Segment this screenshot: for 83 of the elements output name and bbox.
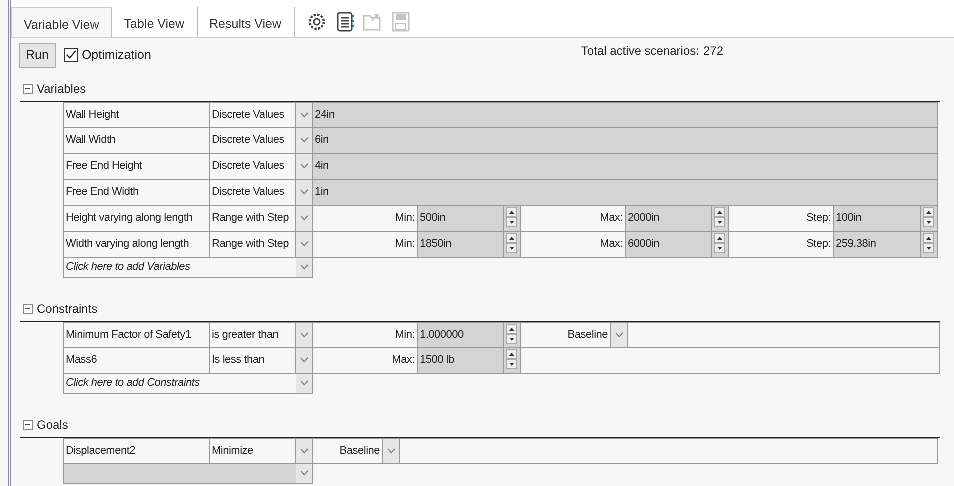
scenarios-count: 272 (703, 43, 724, 60)
dropdown-button[interactable] (296, 154, 313, 180)
add-row-field[interactable]: Click here to add Variables (63, 258, 296, 278)
value-cell[interactable]: 24in (313, 102, 938, 128)
name-cell: Free End Width (63, 180, 210, 206)
value-field[interactable]: 500in (418, 206, 504, 232)
name-cell: Wall Height (63, 102, 210, 128)
dropdown-button[interactable] (296, 258, 313, 278)
dropdown-button[interactable] (296, 206, 313, 232)
spin-buttons[interactable] (712, 206, 728, 230)
name-cell: Width varying along length (63, 232, 210, 258)
caret-icon (386, 448, 396, 454)
caret-icon (300, 241, 308, 248)
caret-icon (300, 163, 308, 170)
add-row-field[interactable] (63, 464, 296, 484)
value-field[interactable]: 2000in (626, 206, 712, 232)
caret-icon (300, 189, 308, 196)
optimization-checkbox[interactable] (64, 48, 78, 62)
dropdown-button[interactable] (296, 374, 313, 394)
caret-icon (300, 357, 308, 364)
name-cell: Displacement2 (63, 438, 210, 464)
spin-buttons[interactable] (712, 232, 728, 256)
spin-buttons[interactable] (504, 322, 520, 347)
collapse-icon[interactable] (23, 420, 33, 430)
collapse-icon[interactable] (23, 304, 33, 314)
check-icon (64, 49, 77, 62)
dropdown-button[interactable] (296, 348, 313, 374)
value-field[interactable]: 6000in (626, 232, 712, 258)
scenarios-label: Total active scenarios: (581, 43, 700, 60)
spin-buttons[interactable] (921, 232, 937, 256)
caret-icon (300, 332, 308, 338)
dropdown-button[interactable] (296, 464, 313, 484)
add-row-field[interactable]: Click here to add Constraints (63, 374, 296, 394)
baseline-cell[interactable]: Baseline (313, 438, 383, 464)
field-label: Step: (729, 206, 834, 232)
spin-buttons[interactable] (504, 232, 520, 256)
spin-buttons[interactable] (921, 206, 937, 230)
name-cell: Height varying along length (63, 206, 210, 232)
dropdown-button[interactable] (296, 128, 313, 154)
dropdown-button[interactable] (296, 102, 313, 128)
field-label: Step: (729, 232, 834, 258)
run-button[interactable]: Run (19, 43, 56, 68)
dropdown-button[interactable] (611, 322, 628, 348)
caret-icon (300, 137, 308, 144)
dropdown-button[interactable] (296, 438, 313, 464)
caret-icon (300, 380, 308, 386)
section-title: Variables (37, 80, 86, 98)
name-cell: Free End Height (63, 154, 210, 180)
dropdown-button[interactable] (296, 180, 313, 206)
tab[interactable]: Variable View (11, 7, 112, 37)
field-label: Max: (521, 206, 626, 232)
section-title: Constraints (37, 300, 98, 318)
caret-icon (300, 215, 308, 222)
name-cell: Mass6 (63, 348, 210, 374)
field-label: Min: (313, 232, 418, 258)
collapse-icon[interactable] (23, 84, 33, 94)
field-label: Max: (521, 232, 626, 258)
spin-buttons[interactable] (504, 206, 520, 230)
field-label: Min: (313, 322, 418, 348)
caret-icon (300, 470, 308, 476)
field-label: Min: (313, 206, 418, 232)
caret-icon (300, 448, 308, 454)
value-field[interactable]: 1500 lb (418, 348, 504, 374)
caret-icon (614, 332, 624, 338)
spin-buttons[interactable] (504, 348, 520, 372)
checkbox-label[interactable]: Optimization (82, 46, 152, 65)
value-cell[interactable]: 6in (313, 128, 938, 154)
value-field[interactable]: 100in (834, 206, 921, 232)
value-field[interactable]: 1850in (418, 232, 504, 258)
dropdown-button[interactable] (383, 438, 400, 464)
value-field[interactable]: 1.000000 (418, 322, 504, 348)
name-cell: Minimum Factor of Safety1 (63, 322, 210, 348)
name-cell: Wall Width (63, 128, 210, 154)
dropdown-button[interactable] (296, 322, 313, 348)
dropdown-button[interactable] (296, 232, 313, 258)
field-label: Max: (313, 348, 418, 374)
value-field[interactable]: 259.38in (834, 232, 921, 258)
baseline-cell[interactable]: Baseline (521, 322, 611, 348)
value-cell[interactable]: 1in (313, 180, 938, 206)
value-cell[interactable]: 4in (313, 154, 938, 180)
caret-icon (300, 264, 308, 270)
caret-icon (300, 112, 308, 118)
section-title: Goals (37, 416, 68, 434)
